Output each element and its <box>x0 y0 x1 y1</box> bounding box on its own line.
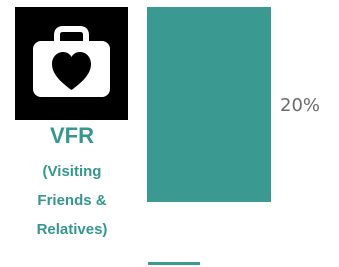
bar <box>147 7 271 202</box>
baseline-marker <box>148 262 200 265</box>
bar-chart: 20% <box>147 7 320 265</box>
value-label: 20% <box>280 95 320 116</box>
